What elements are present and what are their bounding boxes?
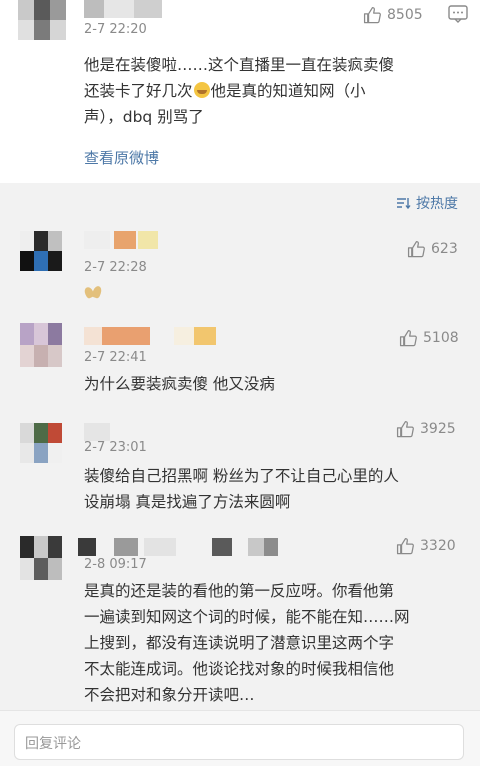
username-blurred[interactable] <box>84 231 164 249</box>
reply-bar: 回复评论 <box>0 710 480 766</box>
sort-by-hot-button[interactable]: 按热度 <box>396 193 458 213</box>
like-button[interactable]: 623 <box>407 239 458 259</box>
text-line: 是真的还是装的看他的第一反应呀。你看他第 <box>84 582 395 600</box>
avatar[interactable] <box>20 231 62 271</box>
comment-text <box>84 281 104 307</box>
like-button[interactable]: 8505 <box>363 5 423 25</box>
comment-time: 2-7 22:41 <box>84 350 147 365</box>
comment-time: 2-7 23:01 <box>84 440 147 455</box>
text-line: 他是在装傻啦……这个直播里一直在装疯卖傻 <box>84 56 395 74</box>
like-count: 623 <box>431 241 458 257</box>
view-original-link[interactable]: 查看原微博 <box>84 147 159 168</box>
text-line: 一遍读到知网这个词的时候，能不能在知……网 <box>84 608 410 626</box>
username-blurred[interactable] <box>84 423 114 441</box>
comment-item: 2-8 09:17 3320 是真的还是装的看他的第一反应呀。你看他第 一遍读到… <box>0 530 480 710</box>
thumbs-up-icon <box>399 329 417 346</box>
username-blurred[interactable] <box>84 0 184 18</box>
comment-text: 他是在装傻啦……这个直播里一直在装疯卖傻 还装卡了好几次 他是真的知道知网（小 声… <box>84 52 394 130</box>
text-line: 声），dbq 别骂了 <box>84 108 204 126</box>
like-button[interactable]: 5108 <box>399 328 459 348</box>
avatar[interactable] <box>18 0 66 40</box>
sort-icon <box>397 198 411 209</box>
like-button[interactable]: 3925 <box>396 419 456 439</box>
comment-text: 为什么要装疯卖傻 他又没病 <box>84 371 275 397</box>
text-line: 设崩塌 真是找遍了方法来圆啊 <box>84 493 291 511</box>
thumbs-up-icon <box>396 420 414 437</box>
like-button[interactable]: 3320 <box>396 536 456 556</box>
text-line-with-emoji: 还装卡了好几次 他是真的知道知网（小 <box>84 82 366 100</box>
sort-label: 按热度 <box>416 196 458 212</box>
text-line: 上搜到，都没有连读说明了潜意识里这两个字 <box>84 634 395 652</box>
username-blurred[interactable] <box>84 327 224 345</box>
comment-item: 2-7 22:28 623 <box>0 225 480 315</box>
comment-time: 2-8 09:17 <box>84 557 147 572</box>
text-line: 装傻给自己招黑啊 粉丝为了不让自己心里的人 <box>84 467 399 485</box>
reply-input[interactable]: 回复评论 <box>14 724 464 760</box>
original-comment-card: 2-7 22:20 8505 他是在装傻啦……这个直播里一直在装疯卖傻 还装卡了… <box>0 0 480 183</box>
avatar[interactable] <box>20 323 62 367</box>
thumbs-up-icon <box>407 240 425 257</box>
comment-time: 2-7 22:28 <box>84 260 147 275</box>
like-count: 5108 <box>423 330 459 346</box>
comment-time: 2-7 22:20 <box>84 22 147 37</box>
avatar[interactable] <box>20 423 62 463</box>
text-line: 不会把对和象分开读吧… <box>84 686 255 704</box>
username-blurred[interactable] <box>78 538 288 556</box>
reply-placeholder: 回复评论 <box>25 736 81 752</box>
like-count: 8505 <box>387 7 423 23</box>
more-icon[interactable] <box>448 5 468 23</box>
text-line: 为什么要装疯卖傻 他又没病 <box>84 375 275 393</box>
avatar[interactable] <box>20 536 62 580</box>
like-count: 3925 <box>420 421 456 437</box>
text-line: 不太能连成词。他谈论找对象的时候我相信他 <box>84 660 395 678</box>
laughing-crying-emoji-icon <box>193 82 210 98</box>
thumbs-up-icon <box>363 6 381 23</box>
comment-text: 装傻给自己招黑啊 粉丝为了不让自己心里的人 设崩塌 真是找遍了方法来圆啊 <box>84 463 399 515</box>
comment-text: 是真的还是装的看他的第一反应呀。你看他第 一遍读到知网这个词的时候，能不能在知…… <box>84 578 410 708</box>
peanut-emoji-icon <box>84 285 104 299</box>
comment-item: 2-7 22:41 5108 为什么要装疯卖傻 他又没病 <box>0 315 480 415</box>
like-count: 3320 <box>420 538 456 554</box>
thumbs-up-icon <box>396 537 414 554</box>
comment-item: 2-7 23:01 3925 装傻给自己招黑啊 粉丝为了不让自己心里的人 设崩塌… <box>0 415 480 530</box>
